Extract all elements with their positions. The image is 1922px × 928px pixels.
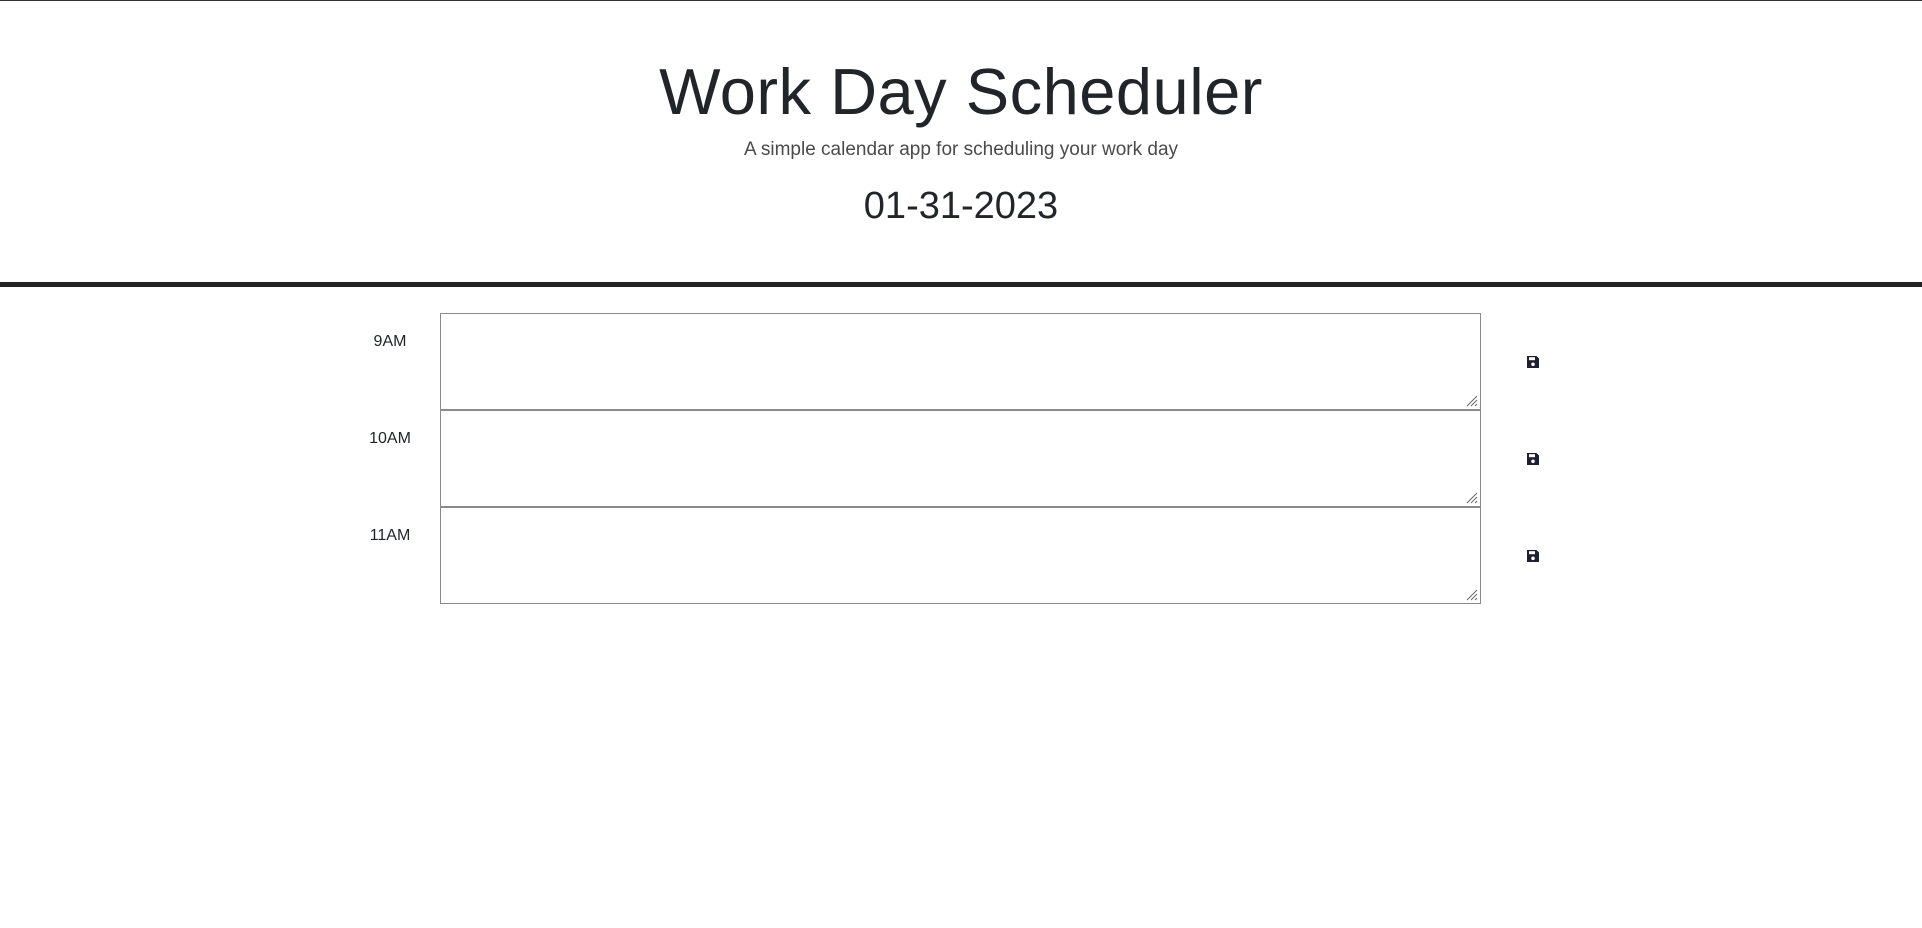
event-description-input[interactable] <box>440 313 1481 410</box>
save-icon <box>1527 550 1539 562</box>
hour-label: 11AM <box>369 527 411 544</box>
page-header: Work Day Scheduler A simple calendar app… <box>0 0 1922 287</box>
current-date: 01-31-2023 <box>863 185 1059 227</box>
resize-grip-icon[interactable] <box>1465 394 1478 407</box>
save-button[interactable] <box>1514 343 1552 381</box>
time-block-9am: 9AM <box>0 313 1922 410</box>
save-button[interactable] <box>1514 440 1552 478</box>
event-description-input[interactable] <box>440 410 1481 507</box>
hour-label: 9AM <box>373 333 407 350</box>
resize-grip-icon[interactable] <box>1465 491 1478 504</box>
time-block-10am: 10AM <box>0 410 1922 507</box>
time-block-11am: 11AM <box>0 507 1922 604</box>
save-button[interactable] <box>1514 537 1552 575</box>
save-icon <box>1527 453 1539 465</box>
save-icon <box>1527 356 1539 368</box>
page-subtitle: A simple calendar app for scheduling you… <box>743 139 1179 160</box>
hour-label: 10AM <box>369 430 411 447</box>
event-description-input[interactable] <box>440 507 1481 604</box>
resize-grip-icon[interactable] <box>1465 588 1478 601</box>
page-title: Work Day Scheduler <box>659 55 1263 128</box>
